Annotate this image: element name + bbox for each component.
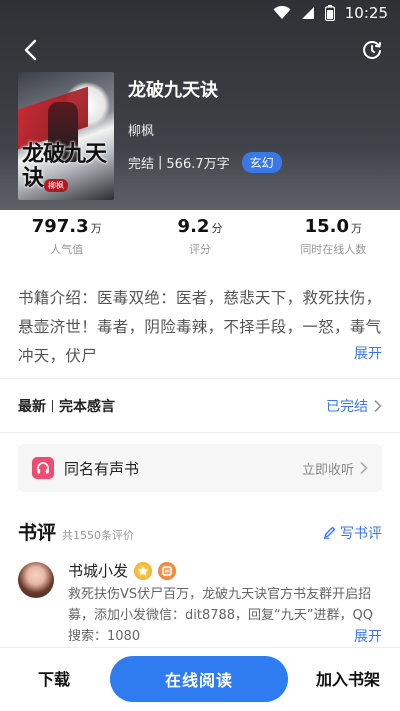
back-arrow-icon: [24, 39, 37, 61]
latest-label: 最新: [18, 399, 46, 415]
intro-expand-button[interactable]: 展开: [354, 343, 382, 363]
fan-badge-icon: [158, 561, 177, 580]
listen-now-label: 立即收听: [301, 462, 354, 478]
review-count: 共1550条评价: [62, 529, 135, 542]
reviewer-name[interactable]: 书城小发: [68, 560, 128, 581]
top-bar: [0, 32, 400, 68]
stats-row: 797.3 万 人气值 9.2 分 评分 15.0 万 同时在线人数: [0, 216, 400, 272]
genre-tag[interactable]: 玄幻: [241, 152, 282, 173]
review-section-title: 书评: [18, 522, 57, 544]
stat-unit: 万: [351, 222, 363, 235]
stat-popularity: 797.3 万 人气值: [0, 216, 133, 272]
history-button[interactable]: [356, 34, 388, 66]
read-online-button[interactable]: 在线阅读: [110, 656, 288, 702]
book-status: 完结: [128, 157, 155, 172]
signal-icon: [301, 6, 315, 20]
stat-value: 9.2: [177, 216, 210, 237]
divider: [0, 432, 400, 433]
stat-value: 15.0: [304, 216, 350, 237]
status-time: 10:25: [344, 4, 388, 22]
stat-label: 评分: [188, 243, 211, 256]
book-intro: 书籍介绍：医毒双绝：医者，慈悲天下，救死扶伤，悬壶济世！毒者，阴险毒辣，不择手段…: [18, 289, 382, 365]
history-icon: [363, 41, 381, 59]
latest-chapter-row[interactable]: 最新 完本感言 已完结: [18, 386, 382, 426]
stat-value: 797.3: [31, 216, 89, 237]
book-header: 10:25 龙破九天诀 柳枫 龙破九天诀 柳枫 完结 | 566.7万字 玄幻: [0, 0, 400, 210]
divider: [0, 378, 400, 379]
pen-icon: [324, 526, 336, 539]
bottom-action-bar: 下载 在线阅读 加入书架: [0, 647, 400, 711]
stat-online: 15.0 万 同时在线人数: [267, 216, 400, 272]
latest-status-label: 已完结: [326, 399, 368, 415]
stat-unit: 分: [211, 222, 223, 235]
write-review-button[interactable]: 写书评: [323, 523, 382, 543]
review-expand-button[interactable]: 展开: [354, 626, 382, 646]
chevron-right-icon: [374, 400, 382, 412]
latest-chapter-title: 完本感言: [59, 399, 115, 415]
battery-icon: [324, 5, 335, 21]
avatar[interactable]: [18, 562, 54, 598]
back-button[interactable]: [14, 34, 46, 66]
status-icons: 10:25: [273, 4, 388, 22]
stat-rating: 9.2 分 评分: [133, 216, 266, 272]
wifi-icon: [273, 6, 291, 20]
stat-label: 人气值: [50, 243, 84, 256]
download-button[interactable]: 下载: [38, 666, 70, 690]
latest-separator: [52, 400, 53, 412]
headphones-icon: [32, 457, 54, 479]
add-to-shelf-button[interactable]: 加入书架: [316, 666, 380, 690]
audio-book-card[interactable]: 同名有声书 立即收听: [18, 444, 382, 492]
book-title: 龙破九天诀: [128, 80, 218, 101]
status-bar: 10:25: [0, 0, 400, 28]
book-cover[interactable]: 龙破九天诀 柳枫: [18, 72, 114, 200]
meta-separator: |: [158, 155, 163, 170]
review-section-header: 书评 共1550条评价 写书评: [18, 518, 382, 548]
book-word-count: 566.7万字: [166, 157, 230, 172]
listen-now-button[interactable]: 立即收听: [302, 459, 368, 478]
chevron-right-icon: [360, 462, 368, 474]
cover-title-art: 龙破九天诀: [22, 141, 107, 191]
reviewer-info: 书城小发: [68, 560, 177, 581]
audio-book-title: 同名有声书: [64, 459, 140, 478]
book-meta: 完结 | 566.7万字 玄幻: [128, 152, 282, 173]
write-review-label: 写书评: [340, 525, 382, 542]
cover-author-seal: 柳枫: [44, 179, 68, 192]
latest-status: 已完结: [326, 396, 382, 416]
review-item: 书城小发 救死扶伤VS伏尸百万，龙破九天诀官方书友群开启招募，添加小发微信：di…: [18, 560, 382, 652]
stat-unit: 万: [90, 222, 102, 235]
level-badge-icon: [134, 561, 153, 580]
book-author[interactable]: 柳枫: [128, 120, 154, 139]
stat-label: 同时在线人数: [300, 243, 367, 256]
review-text: 救死扶伤VS伏尸百万，龙破九天诀官方书友群开启招募，添加小发微信：dit8788…: [68, 587, 373, 644]
